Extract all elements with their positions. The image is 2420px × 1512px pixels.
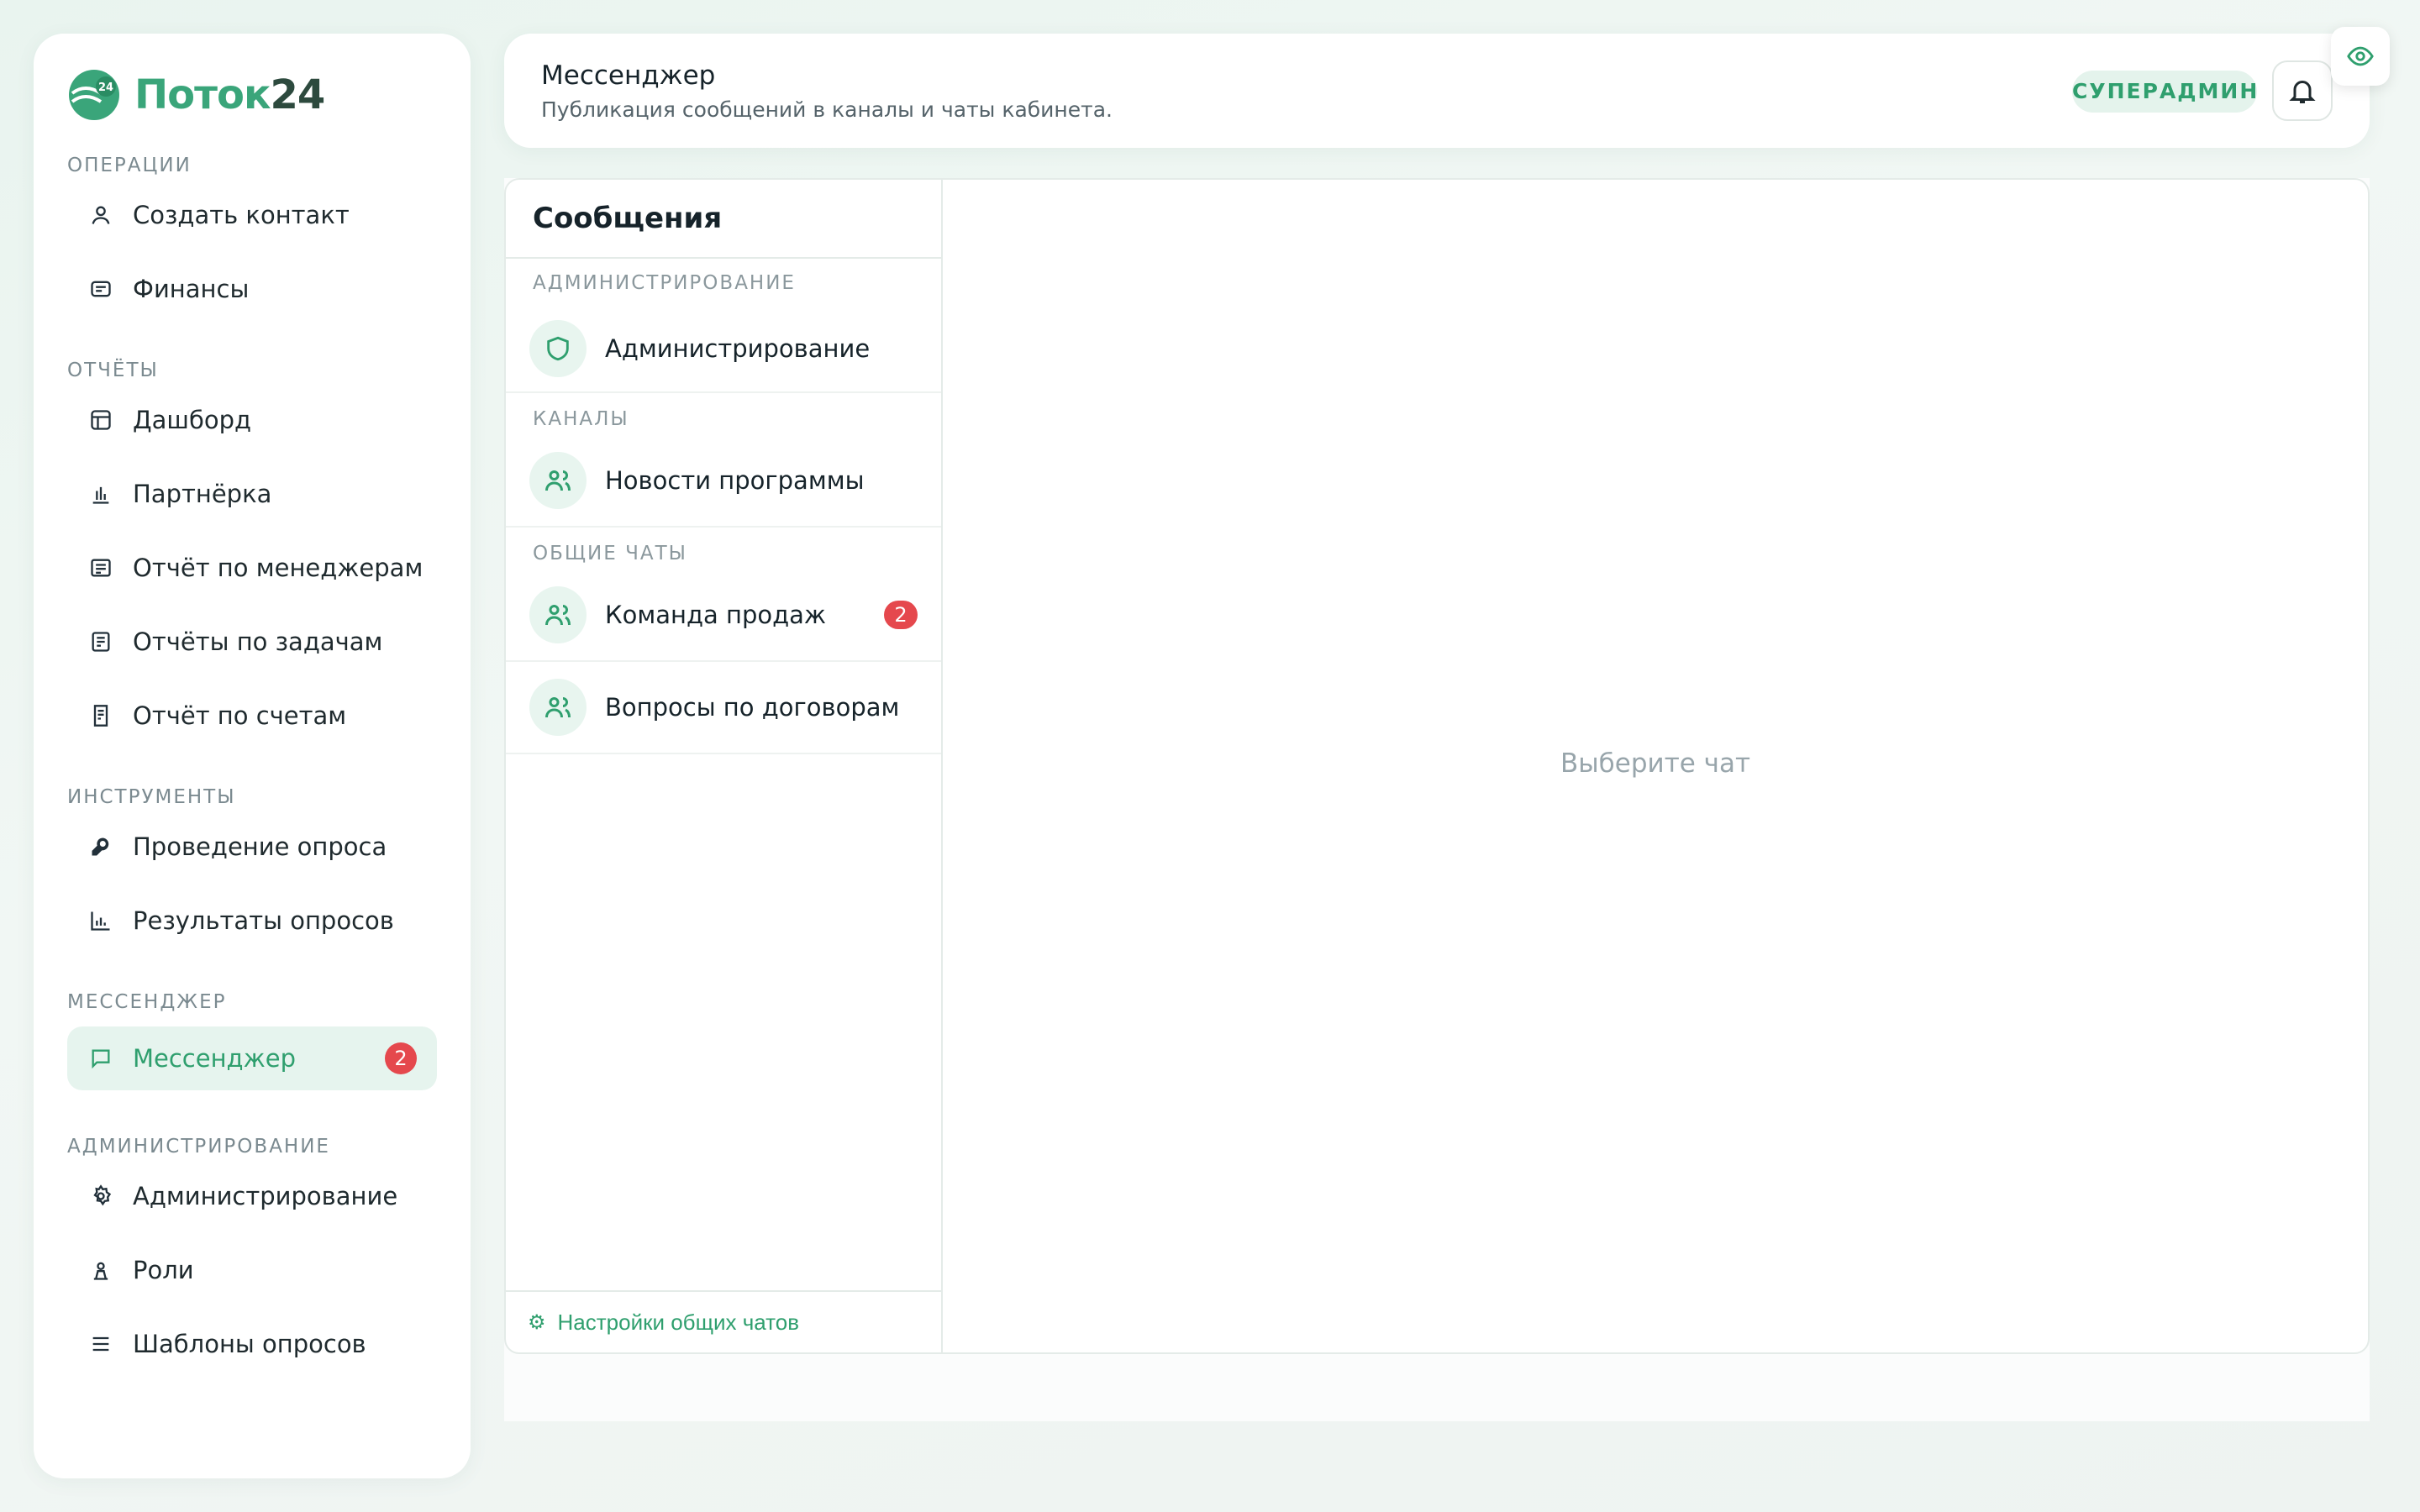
section-title-admin: АДМИНИСТРИРОВАНИЕ	[67, 1136, 330, 1158]
chat-pane: Выберите чат	[943, 180, 2368, 1352]
sidebar-item-label: Создать контакт	[133, 201, 350, 229]
messenger-panel: Сообщения АДМИНИСТРИРОВАНИЕ Администриро…	[504, 178, 2370, 1354]
brand-logo[interactable]: 24 Поток24	[67, 66, 437, 124]
users-icon	[545, 605, 571, 626]
unread-badge: 2	[385, 1042, 417, 1074]
gear-icon: ⚙	[528, 1310, 546, 1334]
sidebar-item-run-survey[interactable]: Проведение опроса	[67, 815, 437, 879]
sidebar-item-label: Мессенджер	[133, 1044, 296, 1073]
sidebar-item-managers-report[interactable]: Отчёт по менеджерам	[67, 536, 437, 600]
page-subtitle: Публикация сообщений в каналы и чаты каб…	[541, 97, 1113, 122]
gear-icon	[93, 1184, 112, 1206]
users-icon	[545, 697, 571, 718]
chat-group-title-common: ОБЩИЕ ЧАТЫ	[533, 543, 687, 564]
eye-icon	[2347, 46, 2374, 66]
chat-name: Администрирование	[605, 334, 871, 363]
chat-avatar	[529, 452, 587, 509]
settings-link-label: Настройки общих чатов	[557, 1309, 800, 1335]
sidebar-item-label: Администрирование	[133, 1182, 398, 1210]
section-title-tools: ИНСТРУМЕНТЫ	[67, 786, 236, 808]
chat-list: Сообщения АДМИНИСТРИРОВАНИЕ Администриро…	[506, 180, 943, 1352]
section-title-reports: ОТЧЁТЫ	[67, 360, 159, 381]
users-icon	[545, 470, 571, 491]
user-icon	[92, 206, 110, 224]
section-title-messenger: МЕССЕНДЖЕР	[67, 991, 227, 1013]
chat-list-title: Сообщения	[506, 180, 941, 259]
sidebar-item-invoices-report[interactable]: Отчёт по счетам	[67, 684, 437, 748]
chat-name: Новости программы	[605, 466, 865, 495]
svg-text:24: 24	[98, 81, 113, 94]
sidebar-item-label: Проведение опроса	[133, 832, 387, 861]
list-icon	[92, 1336, 109, 1352]
sidebar-item-finance[interactable]: Финансы	[67, 257, 437, 321]
wallet-icon	[91, 281, 111, 297]
chat-name: Команда продаж	[605, 601, 827, 629]
wrench-icon	[92, 837, 109, 856]
sidebar-item-create-contact[interactable]: Создать контакт	[67, 183, 437, 247]
chat-group-title-admin: АДМИНИСТРИРОВАНИЕ	[533, 272, 796, 294]
page-header: Мессенджер Публикация сообщений в каналы…	[504, 34, 2370, 148]
sidebar-item-label: Отчёты по задачам	[133, 627, 383, 656]
chart-icon	[91, 911, 110, 931]
chat-avatar	[529, 320, 587, 377]
empty-state-text: Выберите чат	[1560, 748, 1751, 779]
role-icon	[93, 1262, 108, 1280]
page-title: Мессенджер	[541, 60, 716, 91]
notifications-button[interactable]	[2272, 60, 2333, 121]
receipt-icon	[93, 705, 108, 727]
sidebar-item-tasks-report[interactable]: Отчёты по задачам	[67, 610, 437, 674]
chat-item-program-news[interactable]: Новости программы	[506, 435, 941, 528]
chat-avatar	[529, 679, 587, 736]
main-area: Сообщения АДМИНИСТРИРОВАНИЕ Администриро…	[504, 178, 2370, 1421]
report-icon	[91, 559, 111, 577]
sidebar-item-label: Роли	[133, 1256, 194, 1284]
sidebar-item-label: Финансы	[133, 275, 250, 303]
tasks-icon	[92, 632, 110, 652]
sidebar-item-label: Шаблоны опросов	[133, 1330, 366, 1358]
sidebar-item-partner[interactable]: Партнёрка	[67, 462, 437, 526]
chat-avatar	[529, 586, 587, 643]
sidebar-item-dashboard[interactable]: Дашборд	[67, 388, 437, 452]
chat-item-sales-team[interactable]: Команда продаж 2	[506, 570, 941, 662]
section-title-operations: ОПЕРАЦИИ	[67, 155, 192, 176]
bar-chart-icon	[92, 486, 109, 504]
chat-item-administration[interactable]: Администрирование	[506, 306, 941, 393]
sidebar-item-label: Отчёт по менеджерам	[133, 554, 424, 582]
visibility-toggle-button[interactable]	[2331, 27, 2390, 86]
sidebar-item-administration[interactable]: Администрирование	[67, 1164, 437, 1228]
sidebar-item-messenger[interactable]: Мессенджер 2	[67, 1026, 437, 1090]
sidebar-item-label: Партнёрка	[133, 480, 272, 508]
logo-icon: 24	[69, 70, 119, 120]
chat-group-title-channels: КАНАЛЫ	[533, 408, 629, 430]
unread-badge: 2	[884, 601, 918, 629]
common-chats-settings-link[interactable]: ⚙ Настройки общих чатов	[506, 1290, 941, 1352]
brand-name: Поток24	[134, 71, 325, 118]
shield-icon	[547, 336, 569, 361]
sidebar-item-label: Отчёт по счетам	[133, 701, 347, 730]
sidebar-item-roles[interactable]: Роли	[67, 1238, 437, 1302]
sidebar: 24 Поток24 ОПЕРАЦИИ Создать контакт Фина…	[34, 34, 471, 1478]
table-icon	[91, 410, 111, 430]
sidebar-item-survey-templates[interactable]: Шаблоны опросов	[67, 1312, 437, 1376]
role-badge: СУПЕРАДМИН	[2072, 71, 2257, 113]
chat-name: Вопросы по договорам	[605, 693, 900, 722]
sidebar-item-survey-results[interactable]: Результаты опросов	[67, 889, 437, 953]
sidebar-item-label: Результаты опросов	[133, 906, 394, 935]
message-icon	[92, 1049, 110, 1069]
bell-icon	[2289, 81, 2316, 103]
sidebar-item-label: Дашборд	[133, 406, 252, 434]
chat-item-contract-questions[interactable]: Вопросы по договорам	[506, 662, 941, 754]
